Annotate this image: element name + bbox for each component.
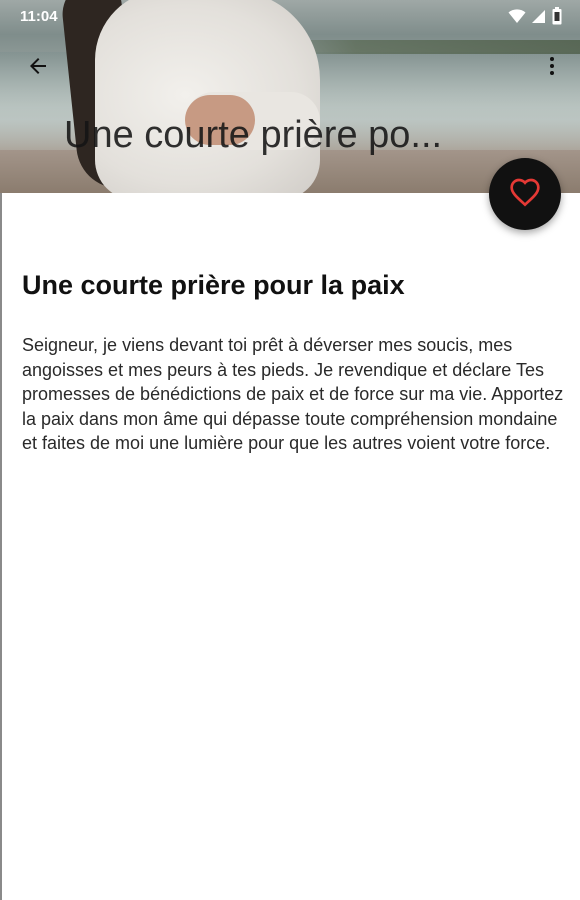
left-edge-line: [0, 193, 2, 900]
overflow-menu-button[interactable]: [532, 48, 572, 88]
favorite-button[interactable]: [489, 158, 561, 230]
heart-icon: [509, 177, 541, 212]
arrow-left-icon: [26, 54, 50, 83]
battery-icon: [552, 7, 562, 29]
prayer-title: Une courte prière pour la paix: [22, 270, 405, 300]
more-vert-icon: [540, 54, 564, 83]
back-button[interactable]: [18, 48, 58, 88]
status-icons: [508, 7, 562, 29]
status-bar: 11:04: [0, 0, 580, 32]
wifi-icon: [508, 8, 526, 28]
signal-icon: [532, 8, 546, 28]
status-time: 11:04: [20, 8, 58, 25]
toolbar-title: Une courte prière po...: [64, 114, 443, 156]
prayer-text: Seigneur, je viens devant toi prêt à dév…: [22, 335, 564, 453]
